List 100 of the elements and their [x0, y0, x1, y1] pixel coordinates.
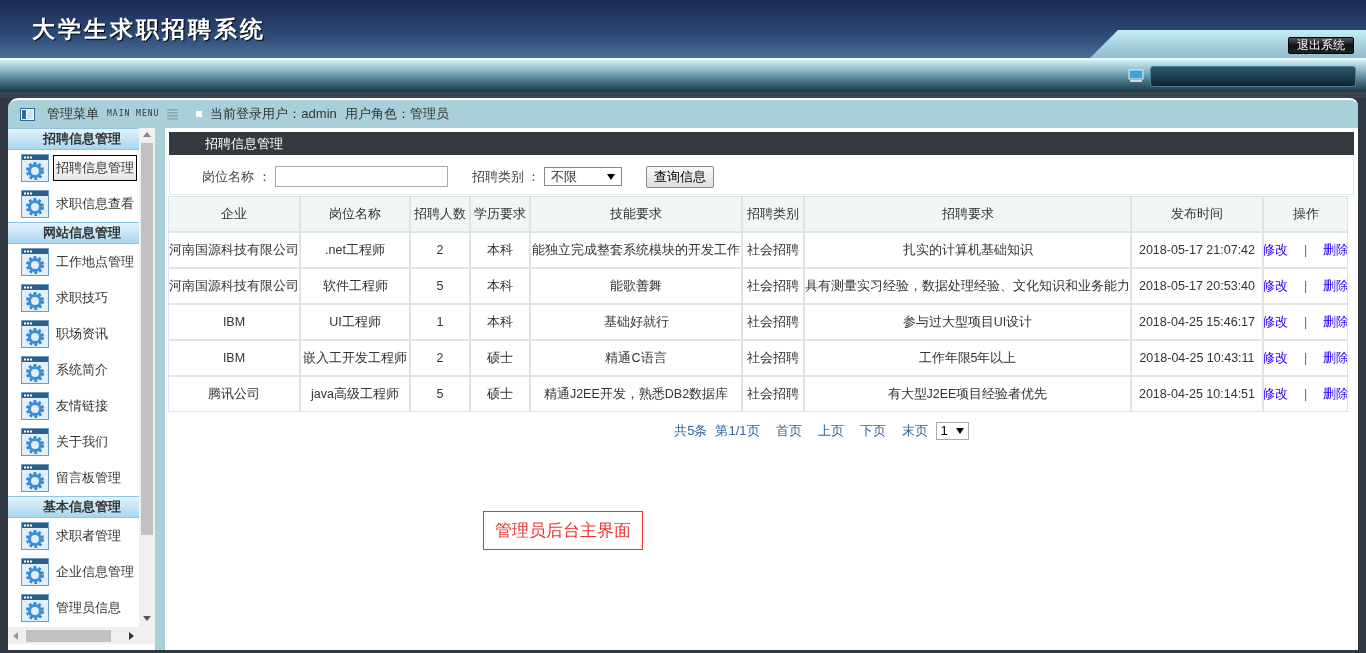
menu-subtitle: MAIN MENU	[107, 108, 160, 120]
sidebar-item[interactable]: 企业信息管理	[53, 559, 137, 585]
table-cell: 河南国源科技有限公司	[169, 269, 299, 303]
lines-icon	[167, 108, 179, 120]
gear-icon	[21, 154, 49, 182]
table-cell: 有大型J2EE项目经验者优先	[805, 377, 1130, 411]
table-cell: 社会招聘	[743, 341, 803, 375]
user-role-text: 用户角色：管理员	[344, 105, 449, 124]
table-cell: 具有测量实习经验，数据处理经验、文化知识和业务能力	[805, 269, 1130, 303]
window-icon	[20, 107, 35, 121]
column-header: 学历要求	[471, 197, 529, 231]
category-select[interactable]: 不限	[544, 167, 623, 186]
table-cell: 硕士	[471, 377, 529, 411]
separator-text: |	[1303, 349, 1308, 367]
sidebar-item[interactable]: 求职技巧	[53, 285, 111, 311]
table-cell: 软件工程师	[301, 269, 409, 303]
table-cell: 精通C语言	[531, 341, 741, 375]
gear-icon	[21, 190, 49, 218]
column-header: 发布时间	[1132, 197, 1262, 231]
table-cell: 基础好就行	[531, 305, 741, 339]
table-cell: 2018-04-25 15:46:17	[1132, 305, 1262, 339]
menu-group-header: 基本信息管理	[8, 496, 139, 518]
pagination-link[interactable]: 上页	[817, 421, 844, 441]
edit-link[interactable]: 修改	[1261, 276, 1288, 296]
sidebar-item[interactable]: 求职信息查看	[53, 191, 137, 217]
table-cell: 硕士	[471, 341, 529, 375]
sidebar-item[interactable]: 求职者管理	[53, 523, 124, 549]
table-cell: IBM	[169, 341, 299, 375]
column-header: 技能要求	[531, 197, 741, 231]
search-label: 招聘类别 ：	[471, 167, 541, 186]
gear-icon	[21, 284, 49, 312]
pagination-link[interactable]: 下页	[859, 421, 886, 441]
column-header: 招聘要求	[805, 197, 1130, 231]
login-user-text: 当前登录用户：admin	[210, 105, 337, 124]
edit-link[interactable]: 修改	[1261, 348, 1288, 368]
column-header: 招聘人数	[411, 197, 469, 231]
table-cell: 本科	[471, 269, 529, 303]
sidebar-item[interactable]: 招聘信息管理	[53, 155, 137, 181]
table-cell: 社会招聘	[743, 305, 803, 339]
table-cell: 2018-05-17 21:07:42	[1132, 233, 1262, 267]
table-cell: 嵌入工开发工程师	[301, 341, 409, 375]
sidebar-item[interactable]: 管理员信息	[53, 595, 124, 621]
search-button[interactable]: 查询信息	[646, 165, 715, 188]
search-field[interactable]	[274, 166, 448, 187]
table-cell: 扎实的计算机基础知识	[805, 233, 1130, 267]
table-cell: UI工程师	[301, 305, 409, 339]
section-title: 招聘信息管理	[169, 132, 1354, 155]
table-cell: 社会招聘	[743, 233, 803, 267]
pagination-link[interactable]: 末页	[901, 421, 928, 441]
column-header: 操作	[1264, 197, 1347, 231]
sidebar-item[interactable]: 系统简介	[53, 357, 111, 383]
table-cell: 社会招聘	[743, 377, 803, 411]
menu-group-header: 招聘信息管理	[8, 128, 139, 150]
page-select[interactable]: 1	[935, 421, 969, 440]
column-header: 招聘类别	[743, 197, 803, 231]
horizontal-scrollbar[interactable]	[8, 627, 155, 644]
table-cell: 2	[411, 341, 469, 375]
sidebar-item[interactable]: 友情链接	[53, 393, 111, 419]
sidebar-item[interactable]: 职场资讯	[53, 321, 111, 347]
gear-icon	[21, 428, 49, 456]
gear-icon	[21, 248, 49, 276]
edit-link[interactable]: 修改	[1261, 384, 1288, 404]
gear-icon	[21, 594, 49, 622]
vertical-scrollbar[interactable]	[139, 128, 155, 627]
system-title: 大学生求职招聘系统	[31, 14, 266, 44]
separator-text: |	[1303, 277, 1308, 295]
column-header: 企业	[169, 197, 299, 231]
table-cell: 2018-05-17 20:53:40	[1132, 269, 1262, 303]
sidebar-item[interactable]: 留言板管理	[53, 465, 124, 491]
separator-text: |	[1303, 241, 1308, 259]
column-header: 岗位名称	[301, 197, 409, 231]
separator-text: |	[1303, 385, 1308, 403]
table-cell: 本科	[471, 305, 529, 339]
table-cell: 精通J2EE开发，熟悉DB2数据库	[531, 377, 741, 411]
edit-link[interactable]: 修改	[1261, 312, 1288, 332]
logout-button[interactable]: 退出系统	[1288, 37, 1354, 54]
table-cell: 能歌善舞	[531, 269, 741, 303]
table-cell: .net工程师	[301, 233, 409, 267]
table-cell: IBM	[169, 305, 299, 339]
table-cell: 2018-04-25 10:14:51	[1132, 377, 1262, 411]
table-cell: 2018-04-25 10:43:11	[1132, 341, 1262, 375]
bullet-icon	[196, 111, 203, 117]
gear-icon	[21, 522, 49, 550]
table-cell: 1	[411, 305, 469, 339]
gear-icon	[21, 392, 49, 420]
pagination-text: 共5条	[674, 422, 708, 440]
annotation-label: 管理员后台主界面	[483, 510, 643, 550]
sidebar-item[interactable]: 工作地点管理	[53, 249, 137, 275]
table-cell: java高级工程师	[301, 377, 409, 411]
monitor-icon	[1128, 69, 1144, 83]
edit-link[interactable]: 修改	[1261, 240, 1288, 260]
pagination-text: 第1/1页	[715, 422, 760, 440]
table-cell: 河南国源科技有限公司	[169, 233, 299, 267]
pagination-link[interactable]: 首页	[775, 421, 802, 441]
table-cell: 2	[411, 233, 469, 267]
table-cell: 本科	[471, 233, 529, 267]
table-cell: 能独立完成整套系统模块的开发工作	[531, 233, 741, 267]
sidebar-item[interactable]: 关于我们	[53, 429, 111, 455]
menu-group-header: 网站信息管理	[8, 222, 139, 244]
table-cell: 社会招聘	[743, 269, 803, 303]
